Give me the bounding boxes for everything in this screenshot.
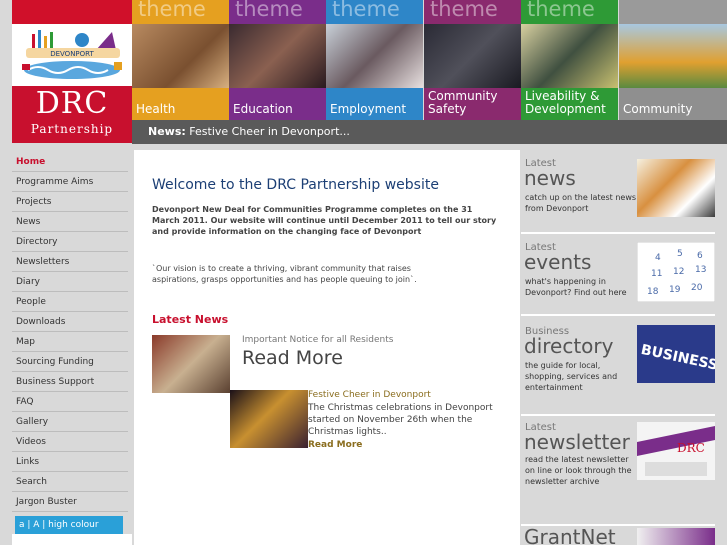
newsletter-image: DRC <box>637 422 715 480</box>
health-photo <box>132 24 229 88</box>
promo-newsletter[interactable]: Latest newsletter read the latest newsle… <box>521 416 715 526</box>
liveability-photo <box>521 24 618 88</box>
svg-text:18: 18 <box>647 287 659 297</box>
intro-text: Devonport New Deal for Communities Progr… <box>152 205 497 236</box>
latest-news-heading: Latest News <box>152 313 229 326</box>
theme-label: Liveability & Development <box>525 89 606 116</box>
news-title[interactable]: Important Notice for all Residents <box>242 335 393 345</box>
theme-employment[interactable]: theme Employment <box>326 0 423 120</box>
main-content: Welcome to the DRC Partnership website D… <box>134 150 520 545</box>
news-thumbnail[interactable] <box>230 390 308 448</box>
theme-community-safety[interactable]: theme Community Safety <box>424 0 521 120</box>
police-photo <box>424 24 521 88</box>
nav-item-sourcing-funding[interactable]: Sourcing Funding <box>12 352 128 372</box>
svg-text:13: 13 <box>695 265 706 275</box>
svg-text:5: 5 <box>677 249 683 259</box>
svg-text:20: 20 <box>691 283 703 293</box>
grantnet-image <box>637 528 715 545</box>
nav-item-people[interactable]: People <box>12 292 128 312</box>
nav-item-map[interactable]: Map <box>12 332 128 352</box>
read-more-link[interactable]: Read More <box>308 440 362 450</box>
left-navigation: Home Programme Aims Projects News Direct… <box>12 152 128 512</box>
promo-business-directory[interactable]: Business directory the guide for local, … <box>521 316 727 416</box>
page: DEVONPORT DRC Partnership theme Health t… <box>0 0 727 545</box>
theme-community[interactable]: Community <box>619 0 727 120</box>
page-title: Welcome to the DRC Partnership website <box>152 177 439 193</box>
theme-education[interactable]: theme Education <box>229 0 326 120</box>
nav-item-gallery[interactable]: Gallery <box>12 412 128 432</box>
nav-item-faq[interactable]: FAQ <box>12 392 128 412</box>
news-title[interactable]: Festive Cheer in Devonport <box>308 390 431 400</box>
community-photo <box>619 24 727 88</box>
site-logo[interactable]: DEVONPORT DRC Partnership <box>12 0 132 143</box>
promo-grantnet[interactable]: GrantNet <box>521 525 715 545</box>
nav-item-programme-aims[interactable]: Programme Aims <box>12 172 128 192</box>
promo-latest-events[interactable]: Latest events what's happening in Devonp… <box>521 234 716 316</box>
calendar-image: 4 5 6 11 12 13 18 19 20 <box>636 241 716 303</box>
theme-label: Health <box>136 102 176 116</box>
news-thumbnail[interactable] <box>152 335 230 393</box>
newspaper-image <box>637 159 715 217</box>
theme-label: Education <box>233 102 293 116</box>
theme-label: Community <box>623 102 693 116</box>
theme-health[interactable]: theme Health <box>132 0 229 120</box>
nav-item-projects[interactable]: Projects <box>12 192 128 212</box>
left-bottom-image <box>12 534 132 545</box>
svg-text:12: 12 <box>673 267 684 277</box>
svg-text:4: 4 <box>655 253 661 263</box>
promo-latest-news[interactable]: Latest news catch up on the latest news … <box>521 150 715 234</box>
svg-text:19: 19 <box>669 285 681 295</box>
nav-item-diary[interactable]: Diary <box>12 272 128 292</box>
nav-item-downloads[interactable]: Downloads <box>12 312 128 332</box>
nav-item-videos[interactable]: Videos <box>12 432 128 452</box>
employment-photo <box>326 24 423 88</box>
vision-text: `Our vision is to create a thriving, vib… <box>152 264 417 284</box>
news-ticker[interactable]: News: Festive Cheer in Devonport... <box>132 120 727 144</box>
directory-image: BUSINESS DIRECT <box>637 325 727 387</box>
accessibility-text-size[interactable]: a | A | high colour <box>15 516 123 534</box>
theme-liveability[interactable]: theme Liveability & Development <box>521 0 618 120</box>
svg-text:BUSINESS DIRECT: BUSINESS DIRECT <box>639 342 715 383</box>
nav-item-directory[interactable]: Directory <box>12 232 128 252</box>
svg-text:11: 11 <box>651 269 662 279</box>
news-summary: The Christmas celebrations in Devonport … <box>308 403 493 437</box>
logo-brand: DRC <box>35 86 109 121</box>
education-photo <box>229 24 326 88</box>
read-more-link[interactable]: Read More <box>242 347 343 369</box>
theme-label: Community Safety <box>428 89 498 116</box>
nav-item-search[interactable]: Search <box>12 472 128 492</box>
nav-item-newsletters[interactable]: Newsletters <box>12 252 128 272</box>
svg-text:DRC: DRC <box>677 441 705 455</box>
ticker-label: News: <box>148 125 186 138</box>
ticker-text[interactable]: Festive Cheer in Devonport... <box>189 125 350 138</box>
theme-label: Employment <box>330 102 407 116</box>
svg-text:6: 6 <box>697 251 703 261</box>
nav-item-links[interactable]: Links <box>12 452 128 472</box>
nav-item-business-support[interactable]: Business Support <box>12 372 128 392</box>
nav-item-jargon-buster[interactable]: Jargon Buster <box>12 492 128 512</box>
devonport-illustration: DEVONPORT <box>12 24 132 86</box>
nav-item-news[interactable]: News <box>12 212 128 232</box>
nav-item-home[interactable]: Home <box>12 152 128 172</box>
logo-subtitle: Partnership <box>30 122 114 136</box>
svg-text:DEVONPORT: DEVONPORT <box>50 50 94 58</box>
